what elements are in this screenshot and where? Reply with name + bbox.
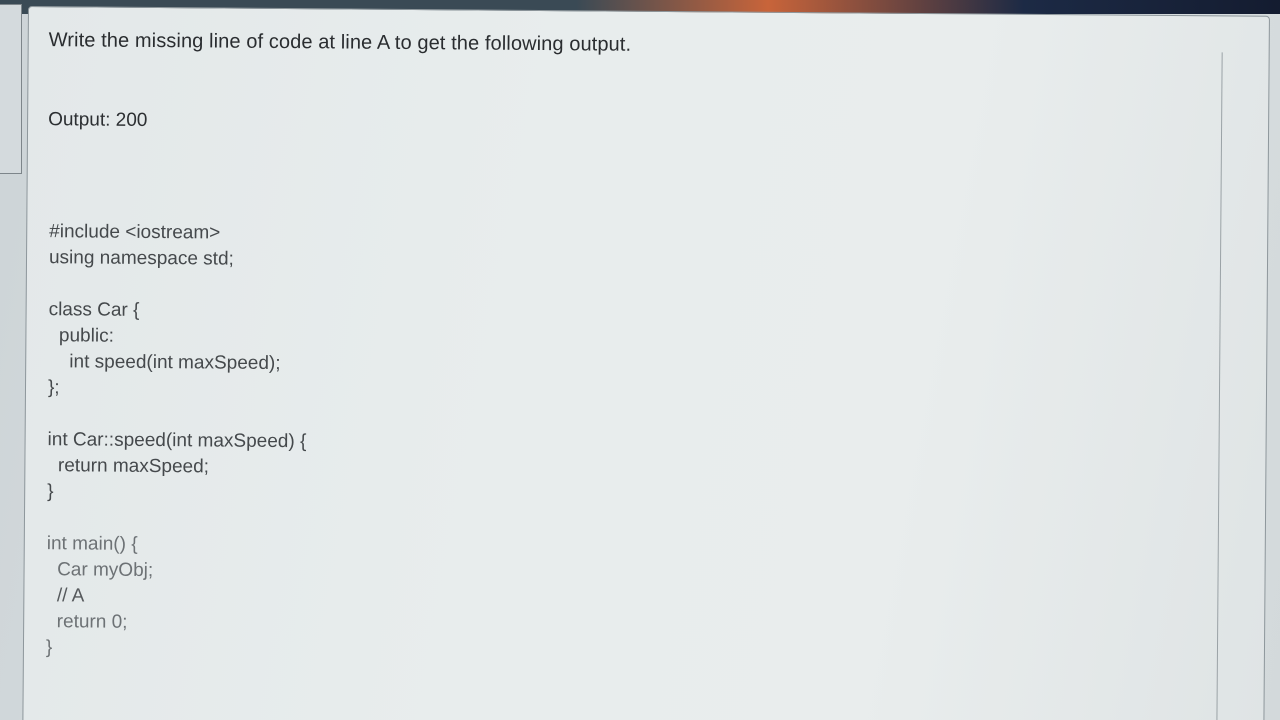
question-card: Write the missing line of code at line A…: [22, 6, 1270, 720]
code-line: };: [47, 377, 60, 399]
code-line: #include <iostream>: [49, 221, 221, 244]
code-line-comment-a: // A: [46, 585, 85, 607]
code-line: return maxSpeed;: [47, 455, 210, 478]
left-panel: [0, 4, 22, 174]
code-line: }: [45, 637, 53, 659]
code-line: Car myObj;: [46, 559, 154, 582]
card-inner-border: [1216, 52, 1223, 720]
expected-output: Output: 200: [48, 109, 148, 131]
code-line: public:: [48, 325, 114, 347]
code-block: #include <iostream> using namespace std;…: [46, 219, 308, 663]
code-line: class Car {: [48, 299, 140, 321]
code-line: return 0;: [46, 611, 128, 633]
screen: Write the missing line of code at line A…: [0, 0, 1280, 720]
question-prompt: Write the missing line of code at line A…: [48, 29, 632, 56]
code-line: }: [47, 481, 54, 503]
code-line: int main() {: [46, 533, 138, 555]
code-line: int Car::speed(int maxSpeed) {: [47, 429, 307, 453]
code-line: using namespace std;: [48, 247, 234, 270]
code-line: int speed(int maxSpeed);: [48, 351, 281, 374]
